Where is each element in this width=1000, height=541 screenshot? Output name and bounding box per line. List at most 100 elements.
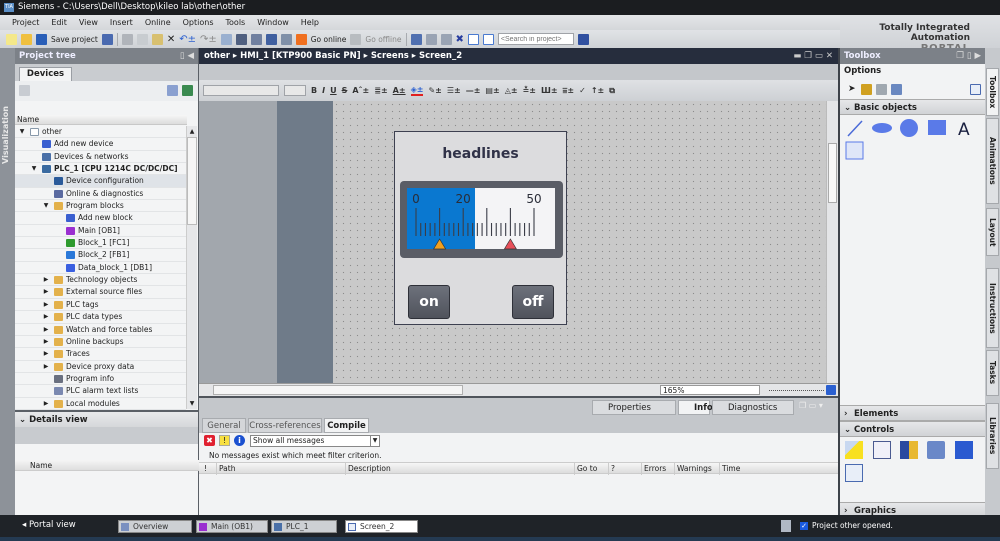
cut-icon[interactable] — [121, 33, 133, 45]
hmi-title-text[interactable]: headlines — [395, 146, 566, 162]
tree-item[interactable]: ▼ Program blocks — [15, 200, 186, 213]
tree-item[interactable]: Block_1 [FC1] — [15, 237, 186, 250]
column-header[interactable]: Time — [719, 463, 784, 475]
rotate-icon[interactable]: ◬± — [505, 86, 518, 95]
section-basic-objects[interactable]: ⌄ Basic objects — [840, 99, 985, 115]
alarm-view-icon[interactable] — [845, 441, 863, 459]
zoom-fit-icon[interactable] — [826, 385, 836, 395]
tree-item[interactable]: ▼ PLC_1 [CPU 1214C DC/DC/DC] — [15, 163, 186, 176]
select-pointer-icon[interactable]: ➤ — [848, 84, 856, 94]
breadcrumb-item[interactable]: other — [204, 51, 230, 61]
print-icon[interactable] — [101, 33, 113, 45]
split-horizontal-icon[interactable] — [467, 33, 479, 45]
tab-properties[interactable]: Properties — [592, 400, 676, 415]
tree-item[interactable]: ▶ Online backups — [15, 336, 186, 349]
compile-icon[interactable] — [220, 33, 232, 45]
expand-arrow-closed-icon[interactable]: ▶ — [42, 336, 50, 348]
scrollbar-thumb[interactable] — [187, 137, 197, 225]
expand-arrow-closed-icon[interactable]: ▶ — [42, 311, 50, 323]
tab-diagnostics[interactable]: Diagnostics — [712, 400, 794, 415]
tree-column-header-name[interactable]: Name — [15, 115, 187, 125]
menu-view[interactable]: View — [73, 15, 104, 30]
go-offline-button[interactable]: Go offline — [365, 35, 401, 44]
strikethrough-icon[interactable]: S — [342, 86, 348, 95]
tree-item[interactable]: PLC alarm text lists — [15, 385, 186, 398]
collapse-panel-icon[interactable]: ▯ ◀ — [180, 48, 194, 64]
tree-item[interactable]: Program info — [15, 373, 186, 386]
line-style-icon[interactable]: ☰± — [447, 86, 461, 95]
tree-item[interactable]: ▶ PLC data types — [15, 311, 186, 324]
upload-icon[interactable] — [250, 33, 262, 45]
side-tab-tasks[interactable]: Tasks — [986, 350, 999, 396]
tree-item[interactable]: Main [OB1] — [15, 225, 186, 238]
task-plc1[interactable]: PLC_1 — [271, 520, 337, 533]
tree-item[interactable]: Devices & networks — [15, 151, 186, 164]
redo-icon[interactable]: ↷± — [200, 34, 217, 45]
italic-icon[interactable]: I — [322, 86, 325, 95]
distribute-icon[interactable]: Ш± — [541, 86, 558, 95]
tree-item[interactable]: ▶ Local modules — [15, 398, 186, 410]
zoom-level-select[interactable]: 165% — [660, 385, 760, 395]
column-header[interactable]: Errors — [641, 463, 666, 475]
tree-item[interactable]: ▶ PLC tags — [15, 299, 186, 312]
expand-arrow-open-icon[interactable]: ▼ — [30, 163, 38, 175]
panel-controls[interactable]: ❐ ▯ ▶ — [956, 48, 981, 64]
view-toggle-icon[interactable] — [167, 85, 178, 96]
split-vertical-icon[interactable] — [482, 33, 494, 45]
binoculars-icon[interactable] — [577, 33, 589, 45]
editor-vertical-scrollbar[interactable] — [826, 101, 838, 383]
fill-color-icon[interactable]: ◈± — [410, 85, 424, 96]
arrange-icon[interactable]: ▤± — [485, 86, 499, 95]
bar-gauge[interactable]: 0 20 50 — [400, 181, 564, 259]
system-diagnostics-view-icon[interactable] — [845, 464, 863, 482]
menu-project[interactable]: Project — [6, 15, 45, 30]
font-family-select[interactable] — [203, 85, 279, 96]
section-elements[interactable]: › Elements — [840, 405, 985, 421]
grid-view-icon[interactable] — [891, 84, 902, 95]
info-filter-icon[interactable]: i — [234, 435, 245, 446]
stop-cpu-icon[interactable] — [440, 33, 452, 45]
save-project-button[interactable]: Save project — [51, 35, 98, 44]
open-project-icon[interactable] — [21, 33, 32, 45]
paste-icon[interactable] — [151, 33, 163, 45]
menu-help[interactable]: Help — [295, 15, 325, 30]
project-tree-scrollbar[interactable]: ▲ ▼ — [186, 126, 197, 409]
tree-item[interactable]: ▶ Device proxy data — [15, 361, 186, 373]
devices-status-icon[interactable] — [781, 520, 791, 532]
editor-window-controls[interactable]: ▬ ❐ ▭ ✕ — [793, 48, 833, 64]
inspector-window-controls[interactable]: ❐ ▭ ▾ — [799, 401, 823, 410]
simulation-icon[interactable] — [265, 33, 277, 45]
rectangle-tool-icon[interactable] — [928, 120, 946, 135]
expand-arrow-closed-icon[interactable]: ▶ — [42, 324, 50, 336]
tree-item[interactable]: Block_2 [FB1] — [15, 249, 186, 262]
column-header[interactable]: Warnings — [674, 463, 712, 475]
undo-icon[interactable]: ↶± — [179, 34, 196, 45]
off-button[interactable]: off — [512, 285, 554, 319]
graphic-view-tool-icon[interactable] — [845, 141, 864, 160]
portal-view-button[interactable]: ◂ Portal view — [22, 520, 76, 530]
delete-icon[interactable]: ✕ — [167, 34, 175, 45]
side-tab-animations[interactable]: Animations — [986, 118, 999, 204]
tab-general[interactable]: General — [202, 418, 246, 433]
column-header[interactable]: ? — [608, 463, 615, 475]
tab-compile[interactable]: Compile — [324, 418, 369, 433]
task-overview[interactable]: Overview — [118, 520, 192, 533]
expand-arrow-open-icon[interactable]: ▼ — [42, 200, 50, 212]
menu-window[interactable]: Window — [251, 15, 295, 30]
search-in-project-input[interactable] — [497, 33, 574, 45]
breadcrumb-item[interactable]: HMI_1 [KTP900 Basic PN] — [240, 51, 360, 61]
user-view-icon[interactable] — [900, 441, 918, 459]
scrollbar-thumb[interactable] — [828, 143, 837, 203]
tree-item[interactable]: Data_block_1 [DB1] — [15, 262, 186, 275]
bold-icon[interactable]: B — [311, 86, 317, 95]
menu-online[interactable]: Online — [139, 15, 177, 30]
error-filter-icon[interactable]: ✖ — [204, 435, 215, 446]
warning-filter-icon[interactable]: ! — [219, 435, 230, 446]
expand-arrow-closed-icon[interactable]: ▶ — [42, 398, 50, 410]
expand-arrow-closed-icon[interactable]: ▶ — [42, 361, 50, 373]
go-online-icon[interactable] — [295, 33, 307, 45]
breadcrumb-item[interactable]: Screens — [371, 51, 409, 61]
side-tab-libraries[interactable]: Libraries — [986, 403, 999, 469]
task-main-ob1[interactable]: Main (OB1) — [196, 520, 268, 533]
start-cpu-icon[interactable] — [425, 33, 437, 45]
